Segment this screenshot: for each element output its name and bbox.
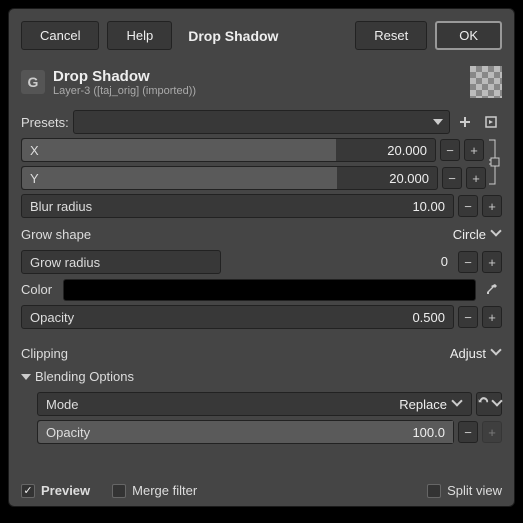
split-label: Split view [447, 483, 502, 498]
opacity-decrement-button[interactable]: − [458, 306, 478, 328]
layer-info: Layer-3 ([taj_orig] (imported)) [53, 85, 462, 97]
chevron-down-icon [492, 348, 502, 358]
opacity-increment-button[interactable]: + [482, 306, 502, 328]
growradius-row: Grow radius 0 − + [21, 250, 502, 274]
chevron-down-icon [453, 399, 463, 409]
chevron-down-icon [493, 399, 501, 409]
help-button[interactable]: Help [107, 21, 172, 50]
y-input[interactable]: Y 20.000 [21, 166, 438, 190]
opacity-row: Opacity 0.500 − + [21, 305, 502, 329]
presets-row: Presets: [21, 110, 502, 134]
expander-triangle-icon [21, 374, 31, 380]
growshape-value: Circle [453, 227, 486, 242]
eyedropper-button[interactable] [480, 279, 502, 301]
blur-input[interactable]: Blur radius 10.00 [21, 194, 454, 218]
y-value: 20.000 [389, 171, 429, 186]
dialog-title: Drop Shadow [180, 28, 347, 44]
color-swatch[interactable] [63, 279, 476, 301]
blur-value: 10.00 [412, 199, 445, 214]
x-increment-button[interactable]: + [464, 139, 484, 161]
color-label: Color [21, 278, 59, 301]
growradius-increment-button[interactable]: + [482, 251, 502, 273]
dialog-window: Cancel Help Drop Shadow Reset OK G Drop … [8, 8, 515, 507]
growradius-input[interactable]: Grow radius [21, 250, 221, 274]
growshape-row[interactable]: Grow shape Circle [21, 222, 502, 246]
opacity-label: Opacity [30, 310, 412, 325]
blending-label: Blending Options [35, 369, 134, 384]
blending-expander[interactable]: Blending Options [21, 365, 502, 388]
y-row: Y 20.000 − + [21, 166, 502, 190]
manage-presets-button[interactable] [480, 111, 502, 133]
clipping-label: Clipping [21, 346, 450, 361]
growradius-decrement-button[interactable]: − [458, 251, 478, 273]
x-input[interactable]: X 20.000 [21, 138, 436, 162]
growshape-label: Grow shape [21, 227, 453, 242]
opacity-input[interactable]: Opacity 0.500 [21, 305, 454, 329]
presets-combo[interactable] [73, 110, 450, 134]
preview-label: Preview [41, 483, 90, 498]
bopacity-row: Opacity 100.0 − + [37, 420, 502, 444]
header-text: Drop Shadow Layer-3 ([taj_orig] (importe… [53, 68, 462, 97]
header: G Drop Shadow Layer-3 ([taj_orig] (impor… [9, 62, 514, 106]
ok-button[interactable]: OK [435, 21, 502, 50]
mode-row: Mode Replace [37, 392, 502, 416]
chevron-down-icon [492, 229, 502, 239]
mode-combo[interactable]: Mode Replace [37, 392, 472, 416]
growradius-value: 0 [441, 254, 448, 269]
filter-name: Drop Shadow [53, 68, 462, 85]
x-row: X 20.000 − + [21, 138, 502, 162]
growradius-label: Grow radius [30, 255, 212, 270]
mode-switch-button[interactable] [476, 392, 502, 416]
blur-increment-button[interactable]: + [482, 195, 502, 217]
x-decrement-button[interactable]: − [440, 139, 460, 161]
blur-label: Blur radius [30, 199, 412, 214]
split-checkbox[interactable] [427, 484, 441, 498]
filter-icon: G [21, 70, 45, 94]
chevron-down-icon [433, 119, 443, 125]
clipping-row[interactable]: Clipping Adjust [21, 341, 502, 365]
y-decrement-button[interactable]: − [442, 167, 462, 189]
x-label: X [30, 143, 387, 158]
bopacity-decrement-button[interactable]: − [458, 421, 478, 443]
add-preset-button[interactable] [454, 111, 476, 133]
color-row: Color [21, 278, 502, 301]
y-label: Y [30, 171, 389, 186]
bopacity-label: Opacity [46, 425, 412, 440]
x-value: 20.000 [387, 143, 427, 158]
blur-row: Blur radius 10.00 − + [21, 194, 502, 218]
bopacity-input[interactable]: Opacity 100.0 [37, 420, 454, 444]
reset-button[interactable]: Reset [355, 21, 427, 50]
preview-checkbox[interactable] [21, 484, 35, 498]
bopacity-increment-button: + [482, 421, 502, 443]
blending-content: Mode Replace Opacity 100.0 − + [21, 392, 502, 444]
y-increment-button[interactable]: + [466, 167, 486, 189]
title-bar: Cancel Help Drop Shadow Reset OK [9, 9, 514, 62]
presets-label: Presets: [21, 111, 69, 134]
bopacity-value: 100.0 [412, 425, 445, 440]
merge-checkbox[interactable] [112, 484, 126, 498]
clipping-value: Adjust [450, 346, 486, 361]
dialog-body: Presets: X 20.000 − + [9, 106, 514, 475]
footer: Preview Merge filter Split view [9, 475, 514, 506]
blur-decrement-button[interactable]: − [458, 195, 478, 217]
opacity-value: 0.500 [412, 310, 445, 325]
mode-label: Mode [46, 397, 399, 412]
merge-label: Merge filter [132, 483, 197, 498]
mode-value: Replace [399, 397, 447, 412]
preview-thumbnail [470, 66, 502, 98]
cancel-button[interactable]: Cancel [21, 21, 99, 50]
link-xy-icon[interactable] [488, 138, 502, 162]
